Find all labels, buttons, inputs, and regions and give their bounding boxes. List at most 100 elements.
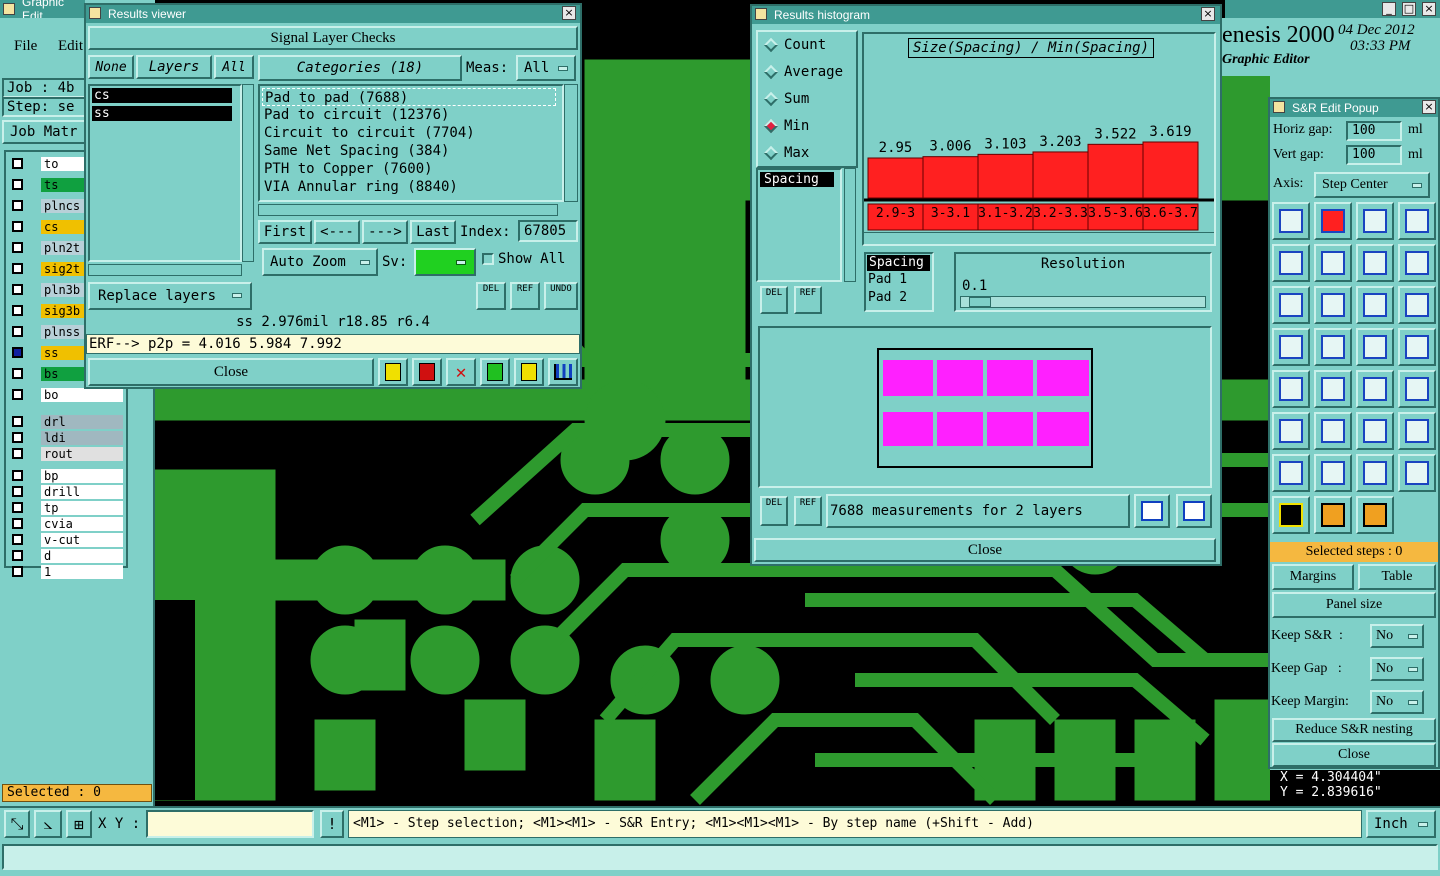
axis-field-list[interactable]: Spacing Pad 1 Pad 2 bbox=[864, 252, 934, 312]
grid-icon[interactable]: ⊞ bbox=[66, 810, 92, 838]
layer-row-bp[interactable]: bp bbox=[12, 468, 130, 483]
reduce-nesting-button[interactable]: Reduce S&R nesting bbox=[1272, 718, 1436, 742]
layer-name[interactable]: tp bbox=[41, 500, 123, 515]
axis-item-pad2[interactable]: Pad 2 bbox=[866, 289, 932, 307]
layer-name[interactable]: drill bbox=[41, 484, 123, 499]
maximize-icon[interactable]: □ bbox=[1402, 2, 1416, 16]
meas-dropdown[interactable]: All bbox=[516, 55, 576, 81]
layer-row-tp[interactable]: tp bbox=[12, 500, 130, 515]
menu-edit[interactable]: Edit bbox=[58, 38, 83, 55]
center-v-icon[interactable] bbox=[1398, 454, 1436, 492]
stat-radio-sum[interactable]: Sum bbox=[763, 90, 809, 108]
layer-checkbox[interactable] bbox=[12, 347, 23, 358]
undo-button[interactable]: UNDO bbox=[544, 282, 578, 310]
count-icon[interactable] bbox=[480, 358, 510, 386]
categories-hscroll[interactable] bbox=[258, 204, 558, 216]
layout-red-icon[interactable] bbox=[1314, 202, 1352, 240]
align-right-edge-icon[interactable] bbox=[1314, 412, 1352, 450]
layer-checkbox[interactable] bbox=[12, 305, 23, 316]
layer-checkbox[interactable] bbox=[12, 158, 23, 169]
flip-icon[interactable] bbox=[1398, 286, 1436, 324]
histogram-bar[interactable] bbox=[1032, 151, 1089, 199]
none-button[interactable]: None bbox=[88, 55, 134, 79]
category-item[interactable]: Pad to circuit (12376) bbox=[264, 106, 449, 124]
histogram-close-button[interactable]: Close bbox=[754, 538, 1216, 562]
units-dropdown[interactable]: Inch bbox=[1366, 810, 1436, 838]
minimize-icon[interactable]: _ bbox=[1382, 2, 1396, 16]
horiz-gap-input[interactable]: 100 bbox=[1346, 121, 1402, 141]
layer-name[interactable]: v-cut bbox=[41, 532, 123, 547]
mirror-x-icon[interactable] bbox=[1272, 286, 1310, 324]
layer-checkbox[interactable] bbox=[12, 432, 23, 443]
distribute-v-icon[interactable] bbox=[1272, 370, 1310, 408]
layer-name[interactable]: rout bbox=[41, 446, 123, 461]
layer-checkbox[interactable] bbox=[12, 502, 23, 513]
sv-dropdown[interactable] bbox=[414, 248, 476, 276]
histogram-bar[interactable] bbox=[977, 153, 1034, 199]
xy-input[interactable] bbox=[146, 810, 314, 838]
job-matrix-button[interactable]: Job Matr bbox=[2, 120, 86, 144]
info-icon[interactable]: ! bbox=[320, 810, 344, 838]
categories-vscroll[interactable] bbox=[564, 84, 578, 202]
layer-checkbox[interactable] bbox=[12, 470, 23, 481]
layer-name[interactable]: cvia bbox=[41, 516, 123, 531]
select-cursor-icon[interactable] bbox=[1272, 496, 1310, 534]
layer-checkbox[interactable] bbox=[12, 566, 23, 577]
stat-radio-min[interactable]: Min bbox=[763, 117, 809, 135]
layer-name[interactable]: d bbox=[41, 548, 123, 563]
distribute-stack-icon[interactable] bbox=[1398, 370, 1436, 408]
layer-checkbox[interactable] bbox=[12, 221, 23, 232]
layer-checkbox[interactable] bbox=[12, 200, 23, 211]
category-item[interactable]: VIA Annular ring (8840) bbox=[264, 178, 458, 196]
categories-list[interactable]: Pad to pad (7688) Pad to circuit (12376) C… bbox=[258, 84, 564, 202]
layer-item-cs[interactable]: cs bbox=[92, 88, 232, 103]
distribute-h-icon[interactable] bbox=[1314, 370, 1352, 408]
layer-checkbox[interactable] bbox=[12, 326, 23, 337]
results-viewer-close-icon[interactable]: × bbox=[562, 6, 576, 20]
layer-checkbox[interactable] bbox=[12, 416, 23, 427]
zoom-select-icon[interactable] bbox=[1134, 494, 1170, 528]
layout-2col-icon[interactable] bbox=[1272, 202, 1310, 240]
export-icon[interactable] bbox=[412, 358, 442, 386]
resolution-slider[interactable] bbox=[960, 296, 1206, 308]
histogram-bar[interactable] bbox=[922, 156, 979, 199]
layers-button[interactable]: Layers bbox=[136, 55, 212, 79]
keep-gap-dropdown[interactable]: No bbox=[1370, 657, 1424, 681]
results-layer-list[interactable]: cs ss bbox=[88, 84, 242, 262]
axis-item-pad1[interactable]: Pad 1 bbox=[866, 271, 932, 289]
table-button[interactable]: Table bbox=[1358, 564, 1436, 590]
align-left-edge-icon[interactable] bbox=[1272, 412, 1310, 450]
keep-margin-dropdown[interactable]: No bbox=[1370, 690, 1424, 714]
histogram-bar[interactable] bbox=[1087, 143, 1144, 199]
align-left-icon[interactable] bbox=[1314, 328, 1352, 366]
stat-radio-average[interactable]: Average bbox=[763, 63, 843, 81]
move-step-icon[interactable] bbox=[1272, 244, 1310, 282]
clear-icon[interactable]: ✕ bbox=[446, 358, 476, 386]
categories-header[interactable]: Categories (18) bbox=[258, 55, 462, 81]
category-item[interactable]: Pad to pad (7688) bbox=[262, 88, 556, 106]
close-icon[interactable]: × bbox=[1422, 2, 1436, 16]
hist-ref-button[interactable]: REF bbox=[794, 286, 822, 314]
histogram-icon[interactable] bbox=[548, 358, 578, 386]
last-button[interactable]: Last bbox=[410, 220, 456, 244]
histogram-close-icon[interactable]: × bbox=[1201, 7, 1215, 21]
keep-sr-dropdown[interactable]: No bbox=[1370, 624, 1424, 648]
snap-icon[interactable]: ⤡ bbox=[4, 810, 30, 838]
spread-v-icon[interactable] bbox=[1398, 328, 1436, 366]
slider-thumb[interactable] bbox=[969, 297, 991, 307]
preview-ref-button[interactable]: REF bbox=[794, 496, 822, 526]
first-button[interactable]: First bbox=[258, 220, 312, 244]
layer-name[interactable]: ldi bbox=[41, 430, 123, 445]
axis-dropdown[interactable]: Step Center bbox=[1314, 172, 1430, 198]
margins-button[interactable]: Margins bbox=[1272, 564, 1354, 590]
replace-layers-dropdown[interactable]: Replace layers bbox=[88, 282, 252, 310]
layer-checkbox[interactable] bbox=[12, 389, 23, 400]
layer-list-hscroll[interactable] bbox=[88, 264, 242, 276]
category-item[interactable]: Circuit to circuit (7704) bbox=[264, 124, 475, 142]
layer-name[interactable]: bp bbox=[41, 468, 123, 483]
layer-row-rout[interactable]: rout bbox=[12, 446, 130, 461]
hist-del-button[interactable]: DEL bbox=[760, 286, 788, 314]
layer-row-bo[interactable]: bo bbox=[12, 387, 130, 402]
layer-checkbox[interactable] bbox=[12, 486, 23, 497]
list-icon[interactable] bbox=[514, 358, 544, 386]
